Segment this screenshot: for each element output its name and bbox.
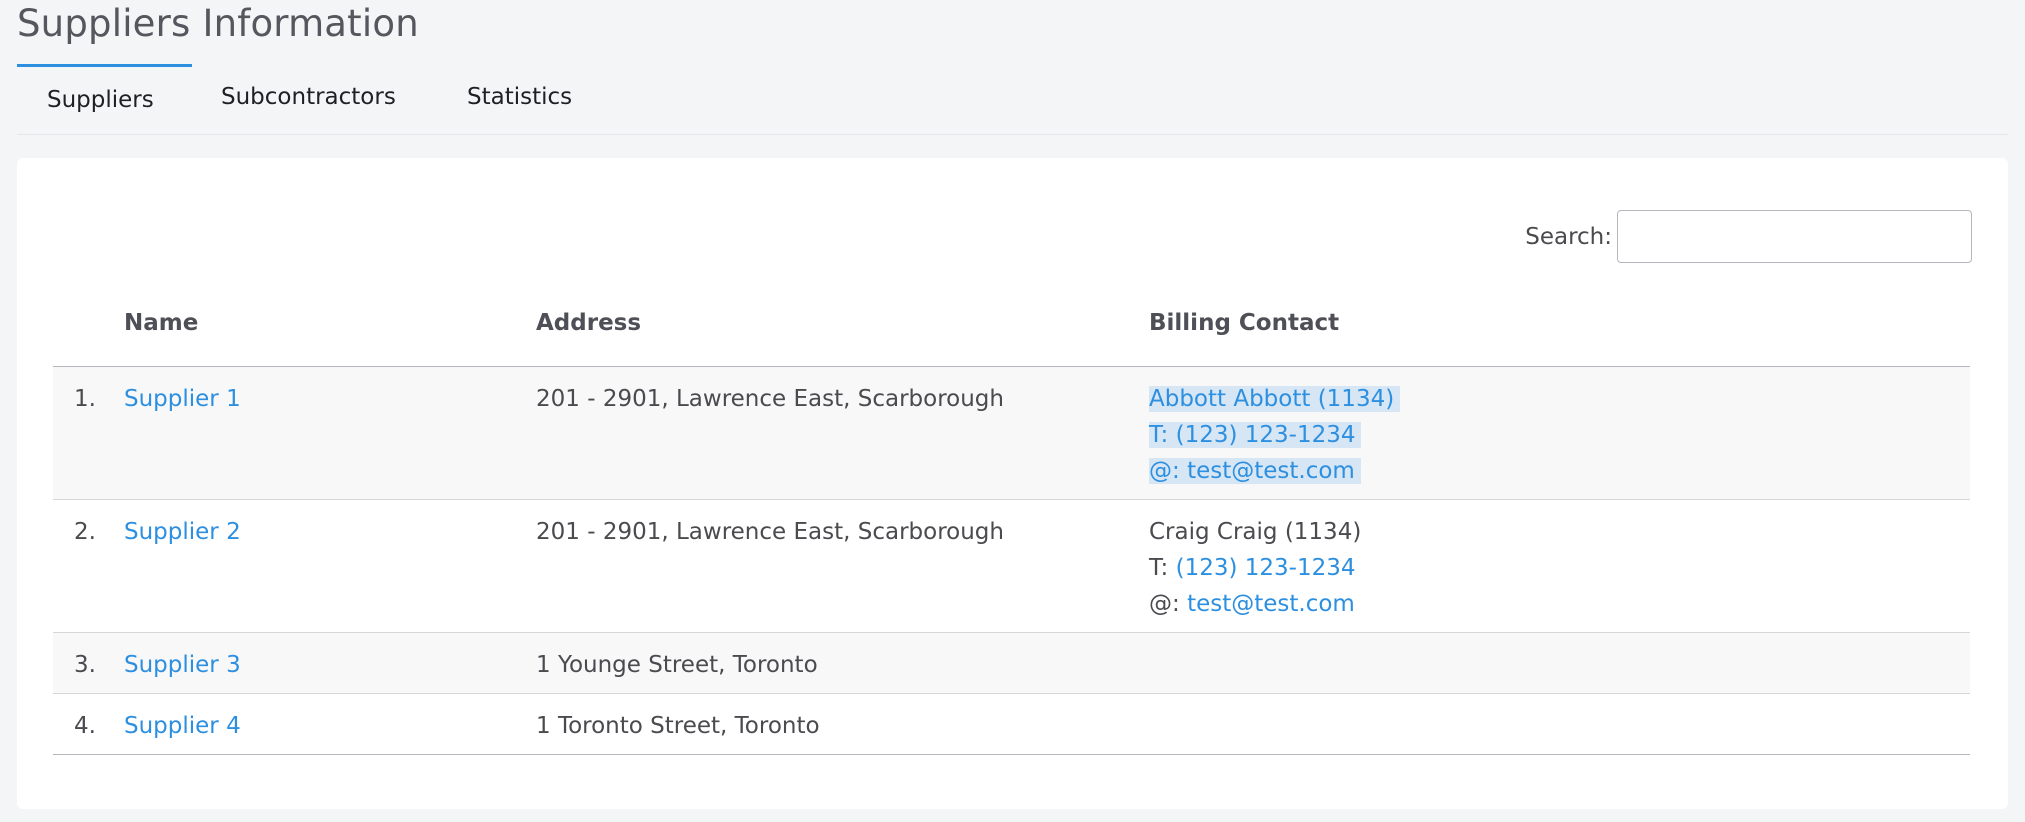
row-index: 3.	[74, 652, 96, 678]
supplier-name-cell: Supplier 4	[124, 708, 241, 744]
supplier-link[interactable]: Supplier 1	[124, 386, 241, 412]
phone-prefix: T:	[1149, 555, 1176, 581]
row-index: 2.	[74, 519, 96, 545]
contact-email-line: @: test@test.com	[1149, 586, 1361, 622]
contact-name-line: Abbott Abbott (1134)	[1149, 381, 1401, 417]
supplier-link[interactable]: Supplier 2	[124, 519, 241, 545]
phone-link[interactable]: (123) 123-1234	[1176, 555, 1356, 581]
search-container: Search:	[1525, 210, 1972, 263]
column-header-address[interactable]: Address	[536, 310, 641, 336]
table-header: Name Address Billing Contact	[53, 298, 1970, 367]
address-cell: 1 Toronto Street, Toronto	[536, 713, 820, 739]
phone-prefix-text: T:	[1149, 422, 1176, 448]
row-index: 1.	[74, 386, 96, 412]
contact-name-line: Craig Craig (1134)	[1149, 519, 1362, 545]
contact-name-link[interactable]: Abbott Abbott (1134)	[1149, 386, 1401, 412]
contact-phone-line: T: (123) 123-1234	[1149, 550, 1361, 586]
supplier-name-cell: Supplier 1	[124, 381, 241, 417]
supplier-link[interactable]: Supplier 3	[124, 652, 241, 678]
suppliers-table: Name Address Billing Contact 1. Supplier…	[53, 298, 1970, 755]
table-row: 4. Supplier 4 1 Toronto Street, Toronto	[53, 694, 1970, 755]
tab-subcontractors[interactable]: Subcontractors	[221, 64, 396, 133]
address-cell: 201 - 2901, Lawrence East, Scarborough	[536, 519, 1004, 545]
email-prefix: @: test@test.com	[1149, 458, 1361, 484]
page-title: Suppliers Information	[17, 2, 419, 45]
search-label: Search:	[1525, 223, 1612, 250]
email-link[interactable]: test@test.com	[1187, 458, 1355, 484]
table-row: 1. Supplier 1 201 - 2901, Lawrence East,…	[53, 367, 1970, 500]
tab-suppliers[interactable]: Suppliers	[17, 64, 192, 133]
tab-statistics[interactable]: Statistics	[467, 64, 572, 133]
billing-contact-cell: Craig Craig (1134) T: (123) 123-1234 @: …	[1149, 514, 1361, 622]
tab-statistics-label: Statistics	[467, 84, 573, 110]
billing-contact-cell: Abbott Abbott (1134) T: (123) 123-1234 @…	[1149, 381, 1401, 489]
contact-phone-line: T: (123) 123-1234	[1149, 417, 1400, 453]
tab-suppliers-label: Suppliers	[47, 87, 154, 113]
column-header-name[interactable]: Name	[124, 310, 198, 336]
table-row: 2. Supplier 2 201 - 2901, Lawrence East,…	[53, 500, 1970, 633]
phone-link[interactable]: (123) 123-1234	[1176, 422, 1356, 448]
search-input[interactable]	[1617, 210, 1972, 263]
tab-subcontractors-label: Subcontractors	[221, 84, 396, 110]
supplier-link[interactable]: Supplier 4	[124, 713, 241, 739]
supplier-name-cell: Supplier 2	[124, 514, 241, 550]
supplier-name-cell: Supplier 3	[124, 647, 241, 683]
column-header-billing-contact[interactable]: Billing Contact	[1149, 310, 1339, 336]
email-prefix: @:	[1149, 591, 1188, 617]
row-index: 4.	[74, 713, 96, 739]
address-cell: 1 Younge Street, Toronto	[536, 652, 818, 678]
tab-bar: Suppliers Subcontractors Statistics	[17, 64, 2008, 135]
email-prefix-text: @:	[1149, 458, 1188, 484]
suppliers-card: Search: Name Address Billing Contact 1. …	[17, 158, 2008, 809]
email-link[interactable]: test@test.com	[1187, 591, 1355, 617]
table-row: 3. Supplier 3 1 Younge Street, Toronto	[53, 633, 1970, 694]
phone-prefix: T: (123) 123-1234	[1149, 422, 1362, 448]
address-cell: 201 - 2901, Lawrence East, Scarborough	[536, 386, 1004, 412]
contact-email-line: @: test@test.com	[1149, 453, 1400, 489]
